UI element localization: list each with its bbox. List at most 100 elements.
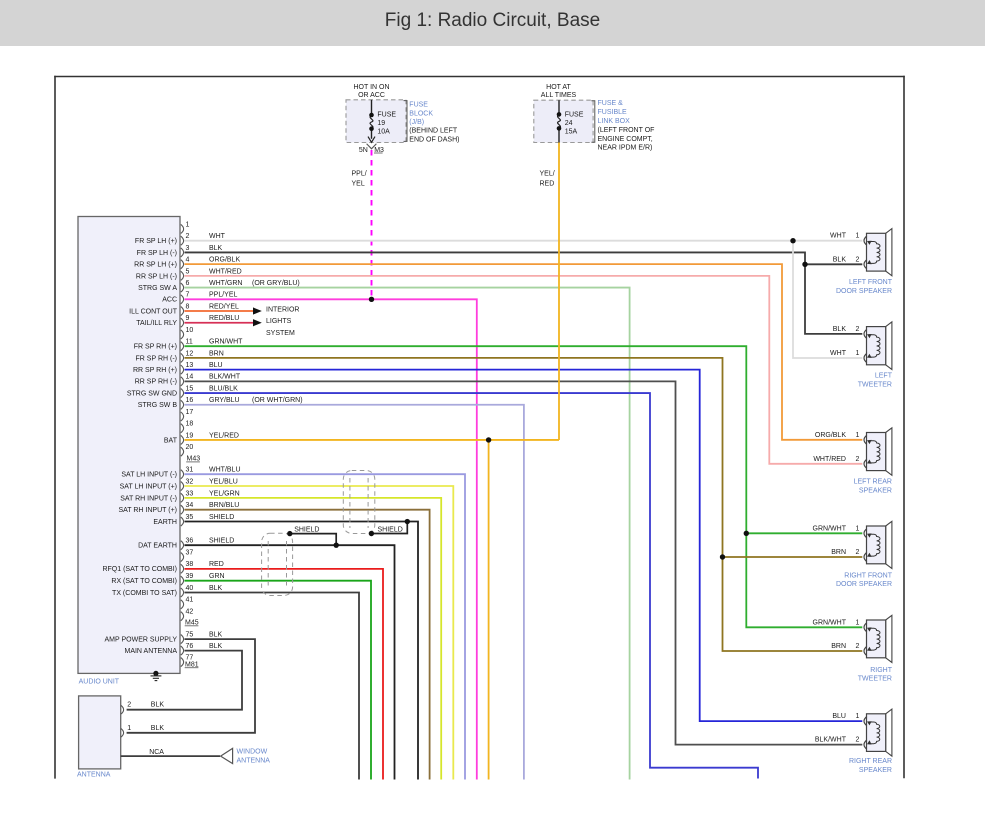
svg-text:WHT/RED: WHT/RED (209, 268, 242, 275)
svg-text:BLK: BLK (209, 245, 223, 252)
svg-text:AUDIO UNIT: AUDIO UNIT (79, 679, 120, 686)
svg-text:1: 1 (186, 221, 190, 228)
svg-text:SPEAKER: SPEAKER (859, 487, 892, 494)
svg-text:FR SP RH (-): FR SP RH (-) (136, 355, 177, 362)
svg-text:WHT/RED: WHT/RED (813, 456, 846, 463)
svg-text:(BEHIND LEFT: (BEHIND LEFT (409, 128, 458, 135)
svg-text:1: 1 (856, 350, 860, 357)
svg-text:10A: 10A (377, 129, 390, 136)
svg-text:3: 3 (186, 245, 190, 252)
svg-text:FUSIBLE: FUSIBLE (598, 109, 628, 116)
svg-text:2: 2 (856, 456, 860, 463)
svg-text:6: 6 (186, 280, 190, 287)
svg-text:RIGHT FRONT: RIGHT FRONT (844, 572, 892, 579)
svg-text:SHIELD: SHIELD (209, 538, 234, 545)
svg-text:11: 11 (186, 339, 193, 346)
svg-text:1: 1 (856, 432, 860, 439)
svg-text:2: 2 (127, 702, 131, 709)
svg-text:BLK: BLK (833, 326, 847, 333)
svg-text:PPL/: PPL/ (352, 170, 367, 177)
svg-text:LEFT: LEFT (875, 373, 893, 380)
svg-text:1: 1 (127, 725, 131, 732)
svg-text:HOT IN ON: HOT IN ON (353, 84, 389, 91)
svg-text:INTERIOR: INTERIOR (266, 306, 299, 313)
svg-text:BRN: BRN (831, 549, 846, 556)
svg-text:WHT/GRN: WHT/GRN (209, 280, 242, 287)
svg-text:YEL: YEL (352, 181, 365, 188)
svg-text:ANTENNA: ANTENNA (237, 757, 271, 764)
svg-text:5: 5 (186, 268, 190, 275)
svg-text:GRY/BLU: GRY/BLU (209, 397, 240, 404)
svg-text:YEL/: YEL/ (540, 170, 555, 177)
svg-text:WHT/BLU: WHT/BLU (209, 467, 241, 474)
svg-text:BLK: BLK (209, 585, 223, 592)
svg-text:SHIELD: SHIELD (378, 527, 403, 534)
svg-text:FUSE: FUSE (409, 102, 428, 109)
svg-text:77: 77 (186, 655, 194, 662)
svg-text:EARTH: EARTH (153, 519, 177, 526)
svg-text:LINK BOX: LINK BOX (598, 118, 631, 125)
svg-text:WHT: WHT (209, 233, 226, 240)
svg-text:OR ACC: OR ACC (358, 92, 385, 99)
svg-text:WHT: WHT (830, 350, 847, 357)
svg-text:SAT LH INPUT (+): SAT LH INPUT (+) (120, 483, 177, 490)
svg-text:(OR GRY/BLU): (OR GRY/BLU) (252, 280, 300, 287)
svg-text:BRN: BRN (831, 643, 846, 650)
svg-text:18: 18 (186, 421, 194, 428)
svg-text:ALL TIMES: ALL TIMES (541, 92, 577, 99)
svg-text:BRN: BRN (209, 350, 224, 357)
svg-text:MAIN ANTENNA: MAIN ANTENNA (124, 648, 177, 655)
svg-text:75: 75 (186, 632, 194, 639)
svg-text:RR SP LH (-): RR SP LH (-) (136, 273, 177, 280)
svg-text:RR SP LH (+): RR SP LH (+) (134, 262, 177, 269)
svg-text:LIGHTS: LIGHTS (266, 318, 292, 325)
svg-text:YEL/GRN: YEL/GRN (209, 490, 240, 497)
svg-text:NCA: NCA (149, 749, 164, 756)
svg-text:BLK/WHT: BLK/WHT (815, 737, 847, 744)
svg-text:BLU/BLK: BLU/BLK (209, 385, 238, 392)
svg-text:1: 1 (856, 713, 860, 720)
svg-text:2: 2 (856, 549, 860, 556)
svg-text:RED/YEL: RED/YEL (209, 303, 239, 310)
svg-text:1: 1 (856, 233, 860, 240)
svg-text:36: 36 (186, 538, 194, 545)
svg-text:34: 34 (186, 502, 194, 509)
svg-text:33: 33 (186, 490, 194, 497)
svg-text:ENGINE COMPT,: ENGINE COMPT, (598, 136, 653, 143)
svg-text:SAT LH INPUT (-): SAT LH INPUT (-) (121, 472, 177, 479)
svg-text:SYSTEM: SYSTEM (266, 330, 295, 337)
svg-text:BLK: BLK (209, 643, 223, 650)
svg-text:PPL/YEL: PPL/YEL (209, 292, 238, 299)
svg-text:LEFT FRONT: LEFT FRONT (849, 279, 893, 286)
svg-text:DOOR SPEAKER: DOOR SPEAKER (836, 288, 892, 295)
svg-text:1: 1 (856, 525, 860, 532)
svg-text:BLK: BLK (151, 702, 165, 709)
svg-text:NEAR IPDM E/R): NEAR IPDM E/R) (598, 145, 653, 152)
svg-text:ORG/BLK: ORG/BLK (815, 432, 846, 439)
svg-text:TX (COMBI TO SAT): TX (COMBI TO SAT) (112, 590, 177, 597)
svg-text:37: 37 (186, 549, 194, 556)
svg-text:7: 7 (186, 292, 190, 299)
svg-text:32: 32 (186, 478, 194, 485)
svg-text:END OF DASH): END OF DASH) (409, 136, 459, 143)
svg-text:38: 38 (186, 561, 194, 568)
svg-text:RIGHT: RIGHT (870, 667, 893, 674)
svg-text:GRN/WHT: GRN/WHT (813, 619, 847, 626)
svg-text:41: 41 (186, 597, 194, 604)
svg-text:YEL/BLU: YEL/BLU (209, 478, 238, 485)
svg-text:19: 19 (186, 432, 194, 439)
svg-text:9: 9 (186, 315, 190, 322)
svg-text:ILL CONT OUT: ILL CONT OUT (129, 308, 178, 315)
svg-text:BRN/BLU: BRN/BLU (209, 502, 239, 509)
svg-text:SAT RH INPUT (+): SAT RH INPUT (+) (118, 507, 177, 514)
svg-text:BLK: BLK (151, 725, 165, 732)
svg-text:FR SP LH (+): FR SP LH (+) (135, 238, 177, 245)
svg-text:FUSE: FUSE (377, 111, 396, 118)
svg-text:BLU: BLU (832, 713, 846, 720)
svg-text:STRG SW A: STRG SW A (138, 285, 177, 292)
svg-text:RR SP RH (-): RR SP RH (-) (135, 379, 177, 386)
svg-text:12: 12 (186, 350, 194, 357)
svg-text:BLU: BLU (209, 362, 223, 369)
svg-text:BLK: BLK (833, 256, 847, 263)
svg-text:STRG SW B: STRG SW B (138, 402, 178, 409)
